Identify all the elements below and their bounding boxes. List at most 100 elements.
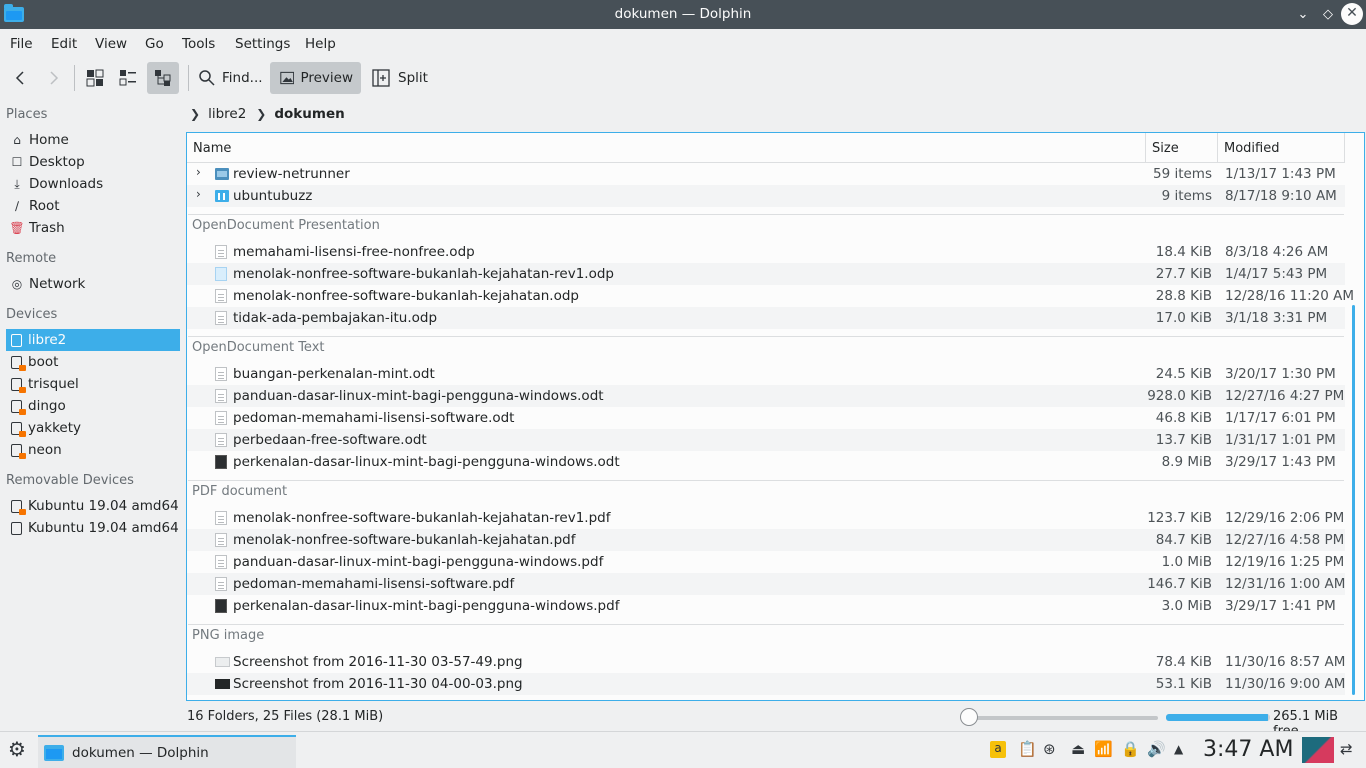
breadcrumb-libre2[interactable]: libre2 bbox=[208, 106, 246, 122]
amazon-icon[interactable]: a bbox=[990, 741, 1006, 758]
column-modified[interactable]: Modified bbox=[1224, 141, 1279, 156]
remote-header: Remote bbox=[6, 251, 57, 266]
maximize-icon[interactable]: ◇ bbox=[1317, 4, 1339, 26]
presentation-file-icon bbox=[215, 311, 227, 325]
tray-expand-icon[interactable]: ▲ bbox=[1174, 742, 1183, 756]
application-launcher-icon[interactable]: ⚙ bbox=[8, 737, 26, 761]
menu-settings[interactable]: Settings bbox=[235, 36, 290, 52]
wifi-icon[interactable]: 📶 bbox=[1094, 740, 1113, 758]
sidebar-item-boot[interactable]: boot bbox=[6, 351, 180, 373]
split-icon bbox=[372, 69, 390, 87]
table-row[interactable]: perkenalan-dasar-linux-mint-bagi-penggun… bbox=[187, 451, 1345, 473]
icons-view-button[interactable] bbox=[84, 62, 106, 94]
table-row[interactable]: tidak-ada-pembajakan-itu.odp 17.0 KiB 3/… bbox=[187, 307, 1345, 329]
pdf-file-icon bbox=[215, 511, 227, 525]
desktop-pager-thumbnail[interactable] bbox=[1302, 737, 1334, 763]
sidebar-item-home[interactable]: ⌂ Home bbox=[6, 129, 180, 151]
expand-icon[interactable]: › bbox=[196, 165, 201, 179]
file-list-view[interactable]: Name Size Modified › review-netrunner 59… bbox=[186, 132, 1365, 701]
image-file-icon bbox=[215, 679, 230, 689]
column-divider[interactable] bbox=[1145, 133, 1146, 163]
minimize-icon[interactable]: ⌄ bbox=[1292, 4, 1314, 26]
table-row[interactable]: perbedaan-free-software.odt 13.7 KiB 1/3… bbox=[187, 429, 1345, 451]
forward-button[interactable] bbox=[44, 62, 64, 94]
table-row[interactable]: pedoman-memahami-lisensi-software.odt 46… bbox=[187, 407, 1345, 429]
table-row[interactable]: menolak-nonfree-software-bukanlah-kejaha… bbox=[187, 285, 1354, 307]
table-row[interactable]: perkenalan-dasar-linux-mint-bagi-penggun… bbox=[187, 595, 1345, 617]
chevron-right-icon[interactable]: ❯ bbox=[190, 107, 200, 121]
table-row[interactable]: pedoman-memahami-lisensi-software.pdf 14… bbox=[187, 573, 1345, 595]
desktop-icon: ☐ bbox=[11, 155, 23, 169]
column-name[interactable]: Name bbox=[193, 141, 231, 156]
table-row[interactable]: panduan-dasar-linux-mint-bagi-pengguna-w… bbox=[187, 385, 1345, 407]
table-row[interactable]: panduan-dasar-linux-mint-bagi-pengguna-w… bbox=[187, 551, 1345, 573]
find-button[interactable]: Find... bbox=[198, 62, 263, 94]
details-view-button[interactable] bbox=[147, 62, 179, 94]
breadcrumb-dokumen[interactable]: dokumen bbox=[274, 106, 344, 122]
compact-view-button[interactable] bbox=[117, 62, 139, 94]
drive-locked-icon bbox=[11, 443, 26, 459]
table-row[interactable]: menolak-nonfree-software-bukanlah-kejaha… bbox=[187, 263, 1345, 285]
column-divider[interactable] bbox=[1217, 133, 1218, 163]
panel-settings-icon[interactable]: ⇄ bbox=[1340, 740, 1353, 758]
expand-icon[interactable]: › bbox=[196, 187, 201, 201]
sidebar-item-trash[interactable]: 🗑 Trash bbox=[6, 217, 180, 239]
table-row[interactable]: menolak-nonfree-software-bukanlah-kejaha… bbox=[187, 507, 1345, 529]
column-divider[interactable] bbox=[1344, 133, 1345, 163]
zoom-slider-track[interactable] bbox=[968, 716, 1158, 720]
places-header: Places bbox=[6, 107, 48, 122]
menu-help[interactable]: Help bbox=[305, 36, 336, 52]
group-header-odp: OpenDocument Presentation bbox=[192, 218, 380, 233]
column-size[interactable]: Size bbox=[1152, 141, 1179, 156]
table-row[interactable]: buangan-perkenalan-mint.odt 24.5 KiB 3/2… bbox=[187, 363, 1345, 385]
sidebar-item-neon[interactable]: neon bbox=[6, 439, 180, 461]
sidebar-item-kubuntu-2[interactable]: Kubuntu 19.04 amd64 bbox=[6, 517, 180, 539]
sidebar-item-libre2[interactable]: libre2 bbox=[6, 329, 180, 351]
download-icon: ⤓ bbox=[14, 176, 20, 191]
back-button[interactable] bbox=[10, 62, 30, 94]
update-icon[interactable]: ⊛ bbox=[1043, 740, 1056, 758]
sidebar-item-desktop[interactable]: ☐ Desktop bbox=[6, 151, 180, 173]
split-button[interactable]: Split bbox=[372, 62, 428, 94]
vertical-scrollbar[interactable] bbox=[1352, 305, 1355, 695]
task-label: dokumen — Dolphin bbox=[72, 744, 209, 761]
volume-icon[interactable]: 🔊 bbox=[1147, 740, 1166, 758]
table-row[interactable]: Screenshot from 2016-11-30 03-57-49.png … bbox=[187, 651, 1345, 673]
table-row[interactable]: memahami-lisensi-free-nonfree.odp 18.4 K… bbox=[187, 241, 1345, 263]
group-header-pdf: PDF document bbox=[192, 484, 288, 499]
table-row[interactable]: › ubuntubuzz 9 items 8/17/18 9:10 AM bbox=[187, 185, 1345, 207]
sidebar-item-root[interactable]: ∕ Root bbox=[6, 195, 180, 217]
zoom-slider-handle[interactable] bbox=[960, 708, 978, 726]
close-icon[interactable]: ✕ bbox=[1341, 3, 1363, 25]
clock[interactable]: 3:47 AM bbox=[1203, 737, 1293, 762]
clipboard-icon[interactable]: 📋 bbox=[1018, 740, 1037, 758]
preview-button[interactable]: Preview bbox=[270, 62, 361, 94]
group-separator bbox=[188, 214, 1344, 215]
folder-image-icon bbox=[215, 168, 229, 180]
menu-go[interactable]: Go bbox=[145, 36, 164, 52]
chevron-right-icon[interactable]: ❯ bbox=[256, 107, 266, 121]
sidebar-item-yakkety[interactable]: yakkety bbox=[6, 417, 180, 439]
menu-file[interactable]: File bbox=[10, 36, 33, 52]
task-dolphin[interactable]: dokumen — Dolphin bbox=[38, 735, 296, 768]
usb-icon[interactable]: ⏏ bbox=[1071, 740, 1085, 758]
table-row[interactable]: Screenshot from 2016-11-30 04-00-03.png … bbox=[187, 673, 1345, 695]
menu-edit[interactable]: Edit bbox=[51, 36, 77, 52]
drive-locked-icon bbox=[11, 399, 26, 415]
chevron-left-icon bbox=[15, 71, 24, 85]
lock-icon[interactable]: 🔒 bbox=[1121, 740, 1140, 758]
sidebar-item-dingo[interactable]: dingo bbox=[6, 395, 180, 417]
toolbar-separator bbox=[74, 65, 75, 91]
menu-tools[interactable]: Tools bbox=[182, 36, 215, 52]
compact-view-icon bbox=[119, 70, 136, 86]
drive-locked-icon bbox=[11, 355, 26, 371]
drive-locked-icon bbox=[11, 421, 26, 437]
sidebar-item-trisquel[interactable]: trisquel bbox=[6, 373, 180, 395]
sidebar-item-downloads[interactable]: ⤓ Downloads bbox=[6, 173, 180, 195]
sidebar-item-network[interactable]: ◎ Network bbox=[6, 273, 180, 295]
table-row[interactable]: › review-netrunner 59 items 1/13/17 1:43… bbox=[187, 163, 1345, 185]
menu-view[interactable]: View bbox=[95, 36, 127, 52]
removable-header: Removable Devices bbox=[6, 473, 134, 488]
table-row[interactable]: menolak-nonfree-software-bukanlah-kejaha… bbox=[187, 529, 1345, 551]
sidebar-item-kubuntu-1[interactable]: Kubuntu 19.04 amd64 bbox=[6, 495, 180, 517]
